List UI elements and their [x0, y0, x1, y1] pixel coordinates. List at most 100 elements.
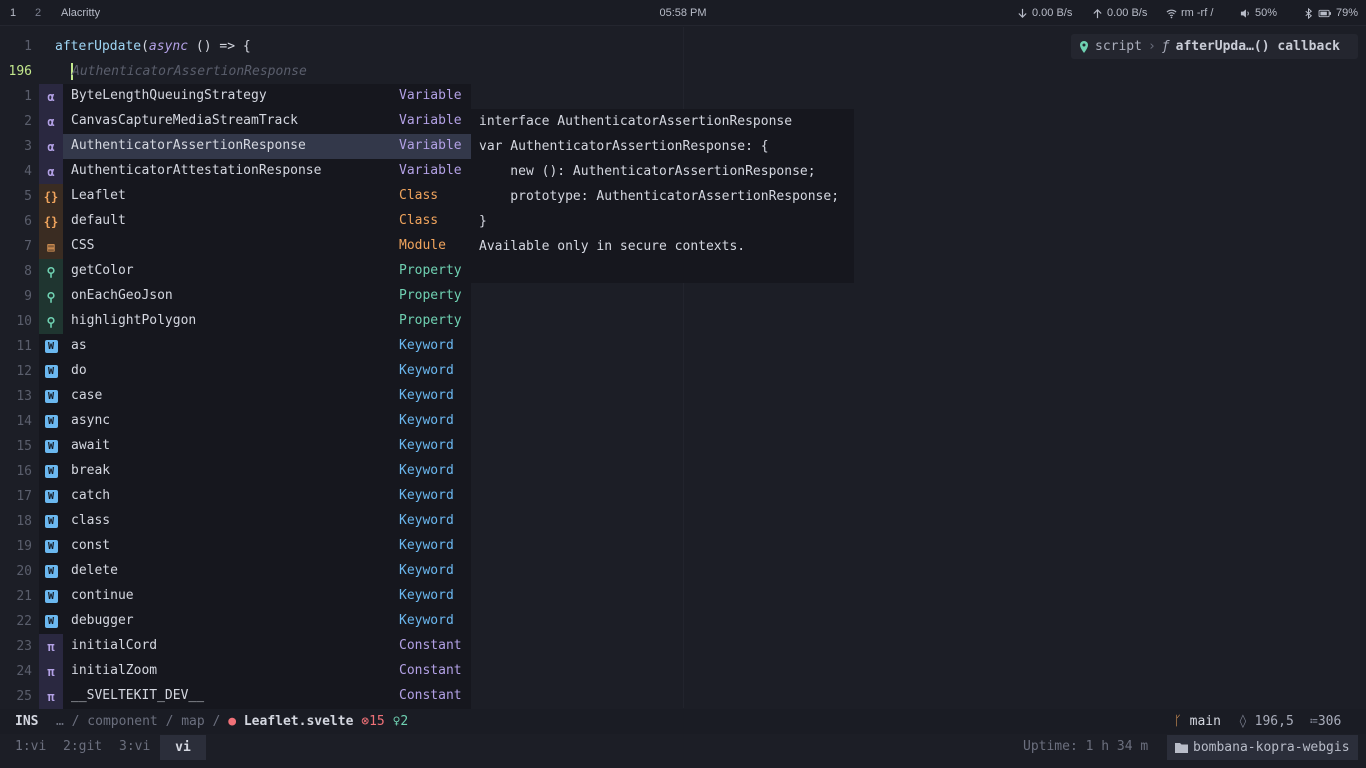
completion-label: default	[71, 213, 126, 228]
error-icon: ⊗	[361, 714, 370, 729]
completion-label: break	[71, 463, 111, 478]
completion-item[interactable]: Wcatch Keyword	[39, 484, 471, 509]
completion-item[interactable]: {} default Class	[39, 209, 471, 234]
completion-kind: Keyword	[399, 413, 454, 428]
battery-level: 79%	[1336, 7, 1359, 19]
line-number: 7	[24, 239, 32, 254]
completion-item[interactable]: ⚲ getColor Property	[39, 259, 471, 284]
code-line-1[interactable]: afterUpdate(async () => {	[55, 39, 251, 54]
line-number: 22	[16, 614, 32, 629]
completion-label: AuthenticatorAttestationResponse	[71, 163, 322, 178]
completion-kind: Constant	[399, 688, 462, 703]
file-path[interactable]: … / component / map / ● Leaflet.svelte ⊗…	[56, 714, 408, 729]
completion-item[interactable]: {} Leaflet Class	[39, 184, 471, 209]
async-keyword: async	[148, 39, 189, 54]
class-icon: {}	[39, 184, 63, 209]
completion-item[interactable]: Was Keyword	[39, 334, 471, 359]
completion-kind: Constant	[399, 663, 462, 678]
line-number: 14	[16, 414, 32, 429]
keyword-icon: W	[39, 384, 63, 409]
completion-item[interactable]: ⚲ onEachGeoJson Property	[39, 284, 471, 309]
completion-item[interactable]: ⚲ highlightPolygon Property	[39, 309, 471, 334]
bluetooth-off-icon	[1305, 7, 1313, 19]
completion-kind: Keyword	[399, 438, 454, 453]
completion-label: onEachGeoJson	[71, 288, 173, 303]
keyword-icon: W	[39, 609, 63, 634]
volume-status[interactable]: 50%	[1240, 7, 1277, 19]
folder-icon	[1175, 743, 1188, 753]
completion-item[interactable]: Wasync Keyword	[39, 409, 471, 434]
completion-item[interactable]: π initialZoom Constant	[39, 659, 471, 684]
tmux-window-1[interactable]: 1:vi	[15, 739, 46, 754]
line-number: 6	[24, 214, 32, 229]
cursor-line-number: 196	[8, 64, 32, 79]
doc-line: }	[479, 214, 487, 229]
path-prefix: … / component / map /	[56, 714, 229, 729]
net-up: 0.00 B/s	[1092, 7, 1147, 19]
module-icon: ▤	[39, 234, 63, 259]
completion-menu[interactable]: α ByteLengthQueuingStrategy Variable α Canva…	[39, 84, 471, 709]
line-number: 24	[16, 664, 32, 679]
completion-kind: Keyword	[399, 538, 454, 553]
tmux-status-bar: 1:vi 2:git 3:vi vi Uptime: 1 h 34 m bomb…	[0, 734, 1366, 768]
keyword-glyph: W	[44, 340, 58, 353]
net-up-rate: 0.00 B/s	[1107, 7, 1148, 19]
keyword-icon: W	[39, 459, 63, 484]
clock: 05:58 PM	[659, 7, 707, 19]
hint-count: 2	[400, 714, 409, 729]
line-number: 10	[16, 314, 32, 329]
completion-label: ByteLengthQueuingStrategy	[71, 88, 267, 103]
tmux-session[interactable]: bombana-kopra-webgis	[1167, 735, 1358, 760]
tmux-window-2[interactable]: 2:git	[63, 739, 102, 754]
completion-item[interactable]: Wcontinue Keyword	[39, 584, 471, 609]
modified-indicator: ●	[228, 714, 237, 729]
completion-item[interactable]: Wdelete Keyword	[39, 559, 471, 584]
line-number: 23	[16, 639, 32, 654]
completion-item[interactable]: π initialCord Constant	[39, 634, 471, 659]
completion-item[interactable]: Wdo Keyword	[39, 359, 471, 384]
keyword-glyph: W	[44, 390, 58, 403]
completion-item[interactable]: Wconst Keyword	[39, 534, 471, 559]
breadcrumb-scope[interactable]: script	[1095, 39, 1142, 54]
completion-item[interactable]: α AuthenticatorAttestationResponse Variabl…	[39, 159, 471, 184]
property-icon: ⚲	[39, 284, 63, 309]
completion-item[interactable]: Wbreak Keyword	[39, 459, 471, 484]
completion-kind: Class	[399, 188, 439, 203]
completion-item[interactable]: ▤ CSS Module	[39, 234, 471, 259]
tmux-window-3[interactable]: 3:vi	[119, 739, 150, 754]
completion-item[interactable]: Wcase Keyword	[39, 384, 471, 409]
completion-kind: Variable	[399, 138, 462, 153]
keyword-icon: W	[39, 509, 63, 534]
wifi-status[interactable]: rm -rf /	[1166, 7, 1213, 19]
completion-item[interactable]: π __SVELTEKIT_DEV__ Constant	[39, 684, 471, 709]
git-branch[interactable]: ᚴ main	[1174, 714, 1221, 729]
code-breadcrumb[interactable]: script › ƒ afterUpda…() callback	[1071, 34, 1358, 59]
completion-item[interactable]: Wclass Keyword	[39, 509, 471, 534]
keyword-icon: W	[39, 359, 63, 384]
speaker-icon	[1240, 8, 1249, 18]
completion-item[interactable]: α AuthenticatorAssertionResponse Variable	[39, 134, 471, 159]
keyword-glyph: W	[44, 415, 58, 428]
completion-item[interactable]: Wdebugger Keyword	[39, 609, 471, 634]
tmux-active-window[interactable]: vi	[160, 735, 206, 760]
completion-item[interactable]: Wawait Keyword	[39, 434, 471, 459]
completion-label: Leaflet	[71, 188, 126, 203]
line-number: 15	[16, 439, 32, 454]
line-number: 1	[24, 39, 32, 54]
keyword-glyph: W	[44, 615, 58, 628]
line-number: 9	[24, 289, 32, 304]
line-number: 11	[16, 339, 32, 354]
keyword-glyph: W	[44, 465, 58, 478]
function-icon: ƒ	[1161, 39, 1170, 54]
completion-item[interactable]: α ByteLengthQueuingStrategy Variable	[39, 84, 471, 109]
breadcrumb-function[interactable]: afterUpda…() callback	[1176, 39, 1340, 54]
doc-line: interface AuthenticatorAssertionResponse	[479, 114, 793, 129]
completion-label: highlightPolygon	[71, 313, 197, 328]
ghost-text: AuthenticatorAssertionResponse	[72, 64, 307, 79]
line-number: 4	[24, 164, 32, 179]
completion-item[interactable]: α CanvasCaptureMediaStreamTrack Variable	[39, 109, 471, 134]
wifi-icon	[1166, 9, 1177, 18]
location-pin-icon	[1080, 40, 1088, 53]
line-number: 25	[16, 689, 32, 704]
line-number: 18	[16, 514, 32, 529]
